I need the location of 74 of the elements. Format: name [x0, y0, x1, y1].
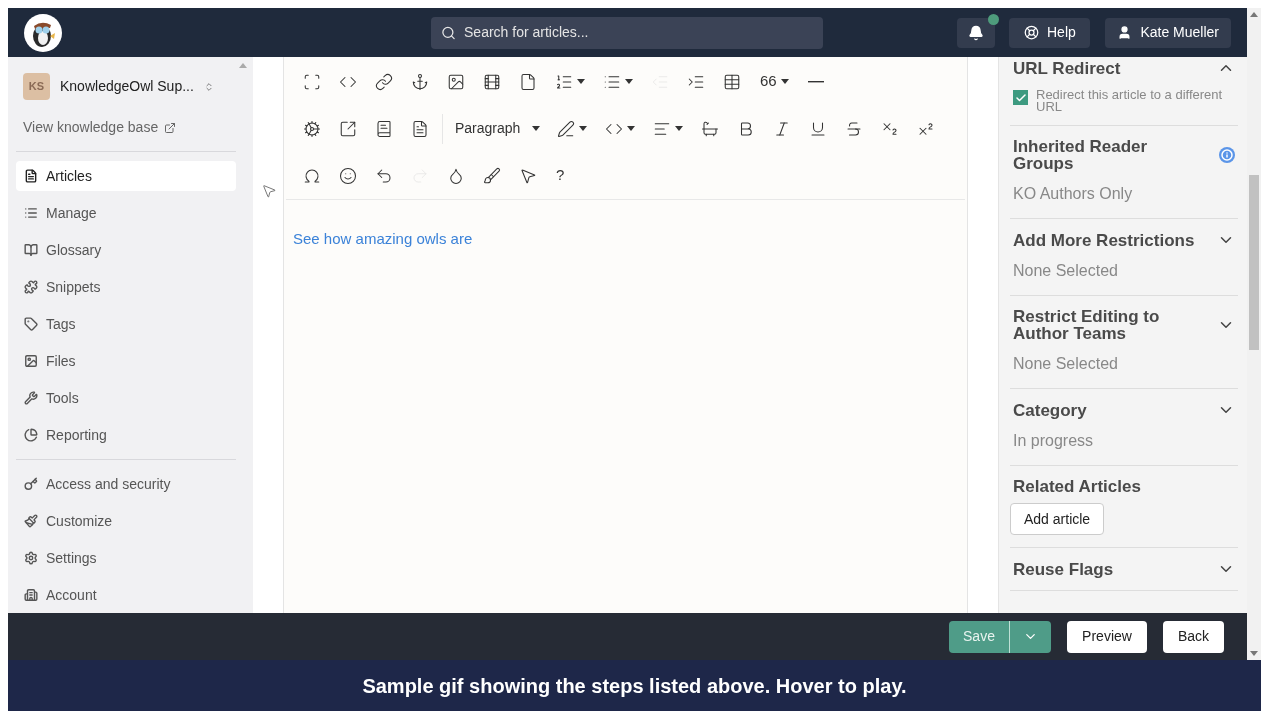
nav-icon — [24, 588, 38, 602]
search-input[interactable]: Search for articles... — [464, 22, 813, 43]
section-title: Add More Restrictions — [1013, 231, 1195, 249]
user-icon — [1117, 25, 1133, 40]
nav-icon — [24, 243, 38, 257]
toolbar-button[interactable]: ? — [546, 160, 575, 191]
save-options-button[interactable] — [1010, 620, 1051, 653]
nav-item[interactable]: Settings — [16, 543, 236, 573]
preview-button[interactable]: Preview — [1067, 620, 1147, 653]
section-title: Category — [1013, 401, 1087, 419]
kb-name[interactable]: KnowledgeOwl Sup... — [60, 76, 194, 97]
bell-icon — [968, 24, 985, 41]
nav-icon — [24, 391, 38, 405]
caret-icon — [579, 126, 588, 131]
caret-icon — [625, 79, 633, 84]
section-value: In progress — [1013, 431, 1095, 451]
toolbar-button[interactable]: 66 — [750, 66, 799, 97]
owl-logo — [24, 13, 62, 52]
view-kb-link[interactable]: View knowledge base — [23, 117, 159, 138]
nav-icon — [24, 280, 38, 294]
nav-item[interactable]: Files — [16, 346, 236, 376]
nav-item[interactable]: Snippets — [16, 272, 236, 302]
nav-item[interactable]: Reporting — [16, 420, 236, 450]
nav-icon — [24, 428, 38, 442]
help-button[interactable]: Help — [1009, 17, 1091, 48]
nav-item[interactable]: Access and security — [16, 469, 236, 499]
section-title: Reuse Flags — [1013, 560, 1114, 578]
checkbox[interactable] — [1013, 90, 1028, 105]
section-value: None Selected — [1013, 261, 1119, 281]
section-title: Restrict Editing to Author Teams — [1013, 308, 1161, 342]
section-title: Inherited Reader Groups — [1013, 138, 1149, 172]
caret-icon — [627, 126, 636, 131]
format-select[interactable]: Paragraph — [447, 113, 549, 144]
info-icon[interactable] — [1219, 147, 1235, 163]
nav-item[interactable]: Account — [16, 580, 236, 610]
search-icon — [441, 24, 456, 41]
add-article-button[interactable]: Add article — [1010, 503, 1105, 535]
nav-item[interactable]: Customize — [16, 506, 236, 536]
nav-item[interactable]: Manage — [16, 198, 236, 228]
cursor-icon — [261, 183, 277, 199]
caption-text: Sample gif showing the steps listed above. Hover to play. — [362, 673, 907, 699]
nav-icon — [24, 551, 38, 565]
nav-icon — [24, 514, 38, 528]
caret-icon — [577, 79, 585, 84]
section-value: None Selected — [1013, 354, 1119, 374]
section-title: URL Redirect — [1013, 59, 1121, 77]
scrollbar-thumb[interactable] — [1249, 175, 1259, 350]
article-link[interactable]: See how amazing owls are — [293, 230, 473, 247]
external-link-icon — [164, 121, 177, 134]
nav-item[interactable]: Articles — [16, 161, 236, 191]
nav-icon — [24, 354, 38, 368]
nav-icon — [24, 206, 38, 220]
search-field[interactable]: Search for articles... — [431, 16, 823, 49]
nav-icon — [24, 477, 38, 491]
nav-item[interactable]: Glossary — [16, 235, 236, 265]
checkbox-label: Redirect this article to a different URL — [1036, 89, 1224, 113]
nav-icon — [24, 317, 38, 331]
notifications-button[interactable] — [957, 17, 996, 48]
caret-icon — [675, 126, 684, 131]
kb-avatar: KS — [23, 73, 50, 100]
user-button[interactable]: Kate Mueller — [1105, 17, 1231, 48]
switch-icon[interactable] — [203, 81, 214, 92]
scroll-down-icon[interactable] — [1250, 651, 1258, 656]
section-value: KO Authors Only — [1013, 184, 1134, 204]
nav-item[interactable]: Tags — [16, 309, 236, 339]
lifebuoy-icon — [1024, 25, 1039, 40]
nav-icon — [24, 169, 38, 183]
back-button[interactable]: Back — [1163, 620, 1224, 653]
caret-icon — [780, 79, 789, 84]
caret-icon — [532, 126, 541, 131]
nav-item[interactable]: Tools — [16, 383, 236, 413]
section-title: Related Articles — [1013, 478, 1141, 495]
scroll-up-icon[interactable] — [1250, 12, 1258, 17]
scroll-up-icon — [239, 63, 247, 68]
